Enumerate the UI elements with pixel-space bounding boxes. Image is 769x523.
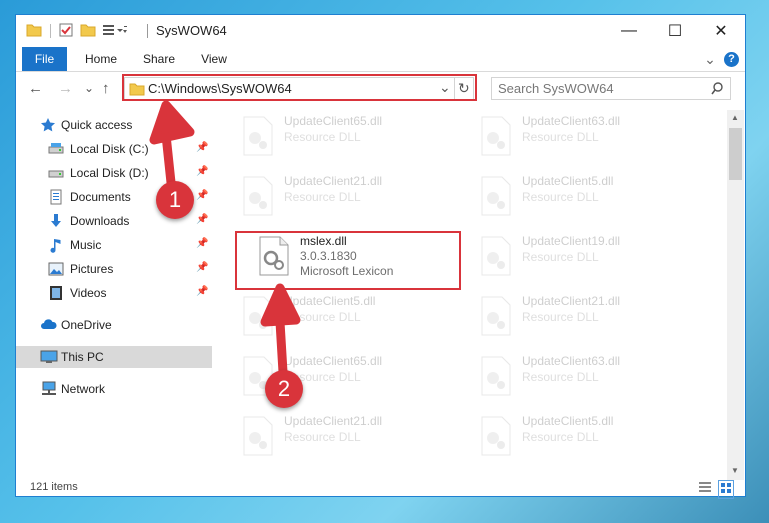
annotation-arrows: [149, 100, 301, 373]
step-badge-2: 2: [265, 370, 303, 408]
arrow-1: [149, 100, 195, 193]
step-badge-1: 1: [156, 181, 194, 219]
arrow-2: [260, 283, 301, 373]
